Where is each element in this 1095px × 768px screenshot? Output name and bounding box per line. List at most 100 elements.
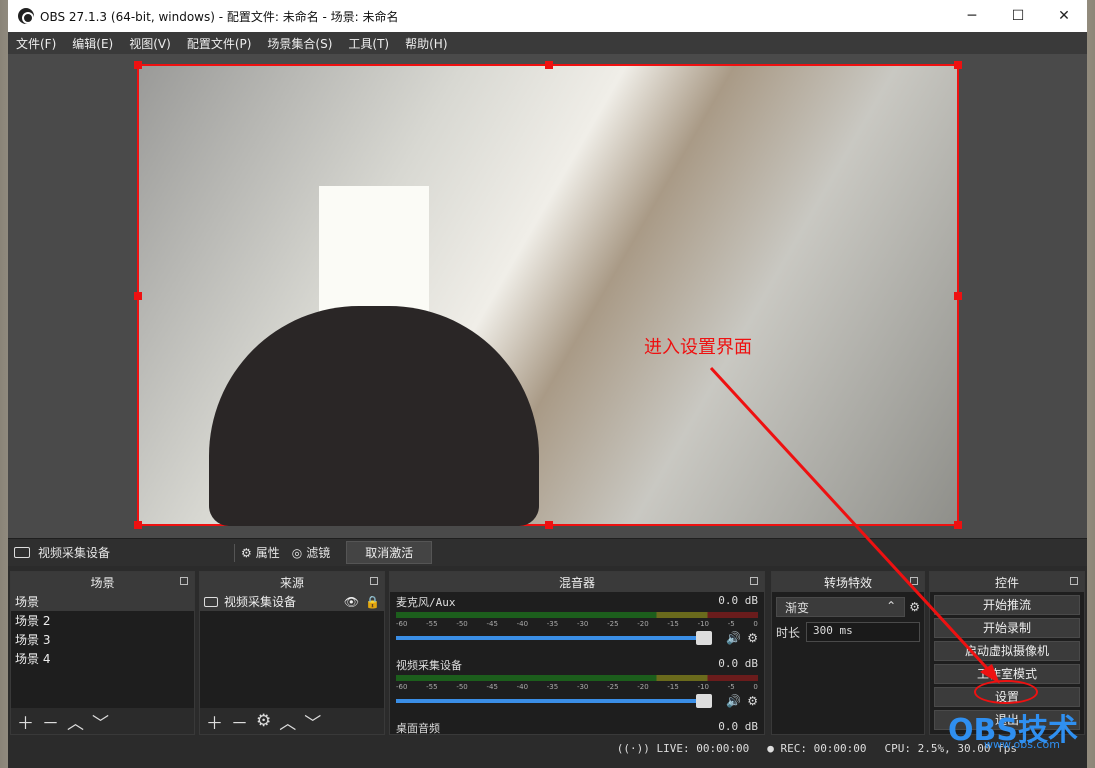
chevron-updown-icon: ⌃ [886, 599, 897, 613]
source-item-label: 视频采集设备 [224, 595, 297, 609]
controls-header: 控件 [930, 572, 1084, 592]
resize-handle-tm[interactable] [545, 61, 553, 69]
minimize-button[interactable]: ─ [949, 0, 995, 32]
maximize-button[interactable]: ☐ [995, 0, 1041, 32]
track-name: 视频采集设备 [396, 659, 462, 672]
start-virtual-camera-button[interactable]: 启动虚拟摄像机 [934, 641, 1080, 661]
mixer-header: 混音器 [390, 572, 764, 592]
start-streaming-button[interactable]: 开始推流 [934, 595, 1080, 615]
resize-handle-bl[interactable] [134, 521, 142, 529]
scenes-header: 场景 [11, 572, 194, 592]
mixer-title: 混音器 [558, 575, 595, 590]
resize-handle-bm[interactable] [545, 521, 553, 529]
gear-icon[interactable]: ⚙ [256, 711, 271, 731]
eye-icon[interactable]: 👁 [344, 595, 359, 609]
filters-label: 滤镜 [306, 546, 331, 560]
mixer-track: 视频采集设备 0.0 dB -60 -55 -50 -45 -40 -35 -30 -25 -20… [390, 655, 764, 710]
scene-item[interactable]: 场景 3 [11, 630, 194, 649]
undock-icon[interactable] [180, 577, 188, 585]
resize-handle-tl[interactable] [134, 61, 142, 69]
track-db: 0.0 dB [718, 720, 758, 733]
broadcast-icon: ((·)) [616, 741, 650, 755]
controls-title: 控件 [994, 575, 1019, 590]
mixer-track: 麦克风/Aux 0.0 dB -60 -55 -50 -45 -40 -35 -30 -25 -2… [390, 592, 764, 647]
start-recording-button[interactable]: 开始录制 [934, 618, 1080, 638]
title-bar: OBS 27.1.3 (64-bit, windows) - 配置文件: 未命名… [8, 0, 1087, 32]
mixer-dock: 混音器 麦克风/Aux 0.0 dB -60 -55 -50 -45 -40 -35 -30-… [389, 571, 765, 744]
annotation-label: 进入设置界面 [644, 337, 752, 358]
record-dot-icon: ● [767, 741, 774, 755]
obs-window: OBS 27.1.3 (64-bit, windows) - 配置文件: 未命名… [8, 0, 1087, 768]
scene-item[interactable]: 场景 2 [11, 611, 194, 630]
level-meter [396, 612, 758, 618]
transition-select[interactable]: 渐变 ⌃ [776, 597, 906, 617]
resize-handle-tr[interactable] [954, 61, 962, 69]
speaker-icon[interactable]: 🔊 [726, 631, 741, 645]
scene-item[interactable]: 场景 [11, 592, 194, 611]
menu-bar: 文件(F) 编辑(E) 视图(V) 配置文件(P) 场景集合(S) 工具(T) … [8, 32, 1087, 54]
move-up-icon[interactable]: ︿ [279, 709, 296, 734]
remove-icon[interactable]: － [231, 709, 248, 734]
webcam-preview[interactable] [134, 61, 962, 529]
menu-profile[interactable]: 配置文件(P) [187, 35, 252, 52]
menu-tools[interactable]: 工具(T) [348, 35, 389, 52]
gear-icon[interactable]: ⚙ [747, 694, 758, 708]
menu-edit[interactable]: 编辑(E) [72, 35, 113, 52]
scene-item[interactable]: 场景 4 [11, 649, 194, 668]
scenes-toolbar: ＋ － ︿ ﹀ [11, 708, 194, 734]
transitions-dock: 转场特效 渐变 ⌃ ⚙ 时长 300 ms [771, 571, 925, 735]
undock-icon[interactable] [1070, 577, 1078, 585]
undock-icon[interactable] [750, 577, 758, 585]
duration-value: 300 ms [813, 624, 853, 637]
volume-slider[interactable] [396, 631, 713, 645]
duration-label: 时长 [776, 625, 801, 640]
lock-icon[interactable]: 🔒 [365, 595, 380, 609]
rec-time: REC: 00:00:00 [780, 741, 867, 755]
speaker-icon[interactable]: 🔊 [726, 694, 741, 708]
track-name: 桌面音频 [396, 722, 440, 735]
gear-icon: ⚙ [241, 545, 252, 560]
live-status: ((·)) LIVE: 00:00:00 [617, 742, 749, 755]
duration-input[interactable]: 300 ms [806, 622, 920, 642]
menu-view[interactable]: 视图(V) [129, 35, 171, 52]
volume-slider[interactable] [396, 694, 713, 708]
undock-icon[interactable] [910, 577, 918, 585]
gear-icon[interactable]: ⚙ [909, 600, 920, 614]
gear-icon[interactable]: ⚙ [747, 631, 758, 645]
resize-handle-mr[interactable] [954, 292, 962, 300]
properties-button[interactable]: ⚙ 属性 [241, 544, 280, 561]
menu-help[interactable]: 帮助(H) [405, 35, 447, 52]
obs-logo-icon [18, 8, 34, 24]
filters-button[interactable]: ◎ 滤镜 [292, 544, 331, 561]
transitions-title: 转场特效 [823, 575, 872, 590]
add-icon[interactable]: ＋ [17, 709, 34, 734]
properties-label: 属性 [255, 546, 280, 560]
watermark-sub: www.obs.com [984, 738, 1060, 751]
meter-ticks: -60 -55 -50 -45 -40 -35 -30 -25 -20 -15 -10 -5 0 [396, 620, 758, 628]
track-db: 0.0 dB [718, 657, 758, 670]
menu-scene-collection[interactable]: 场景集合(S) [267, 35, 332, 52]
move-up-icon[interactable]: ︿ [67, 709, 84, 734]
resize-handle-ml[interactable] [134, 292, 142, 300]
camera-icon [14, 547, 30, 558]
deactivate-button[interactable]: 取消激活 [346, 541, 433, 564]
window-title: OBS 27.1.3 (64-bit, windows) - 配置文件: 未命名… [40, 9, 399, 24]
rec-status: ● REC: 00:00:00 [767, 742, 866, 755]
transition-select-value: 渐变 [785, 601, 810, 615]
move-down-icon[interactable]: ﹀ [304, 709, 321, 734]
camera-icon [204, 596, 218, 607]
selected-source-name: 视频采集设备 [38, 546, 111, 560]
menu-file[interactable]: 文件(F) [16, 35, 56, 52]
add-icon[interactable]: ＋ [206, 709, 223, 734]
live-time: LIVE: 00:00:00 [656, 741, 750, 755]
move-down-icon[interactable]: ﹀ [92, 709, 109, 734]
undock-icon[interactable] [370, 577, 378, 585]
sources-title: 来源 [279, 575, 304, 590]
source-item[interactable]: 视频采集设备 👁 🔒 [200, 592, 384, 611]
filter-icon: ◎ [291, 545, 303, 560]
sources-dock: 来源 视频采集设备 👁 🔒 ＋ － ⚙ ︿ ﹀ [199, 571, 385, 735]
level-meter [396, 675, 758, 681]
resize-handle-br[interactable] [954, 521, 962, 529]
close-button[interactable]: ✕ [1041, 0, 1087, 32]
remove-icon[interactable]: － [42, 709, 59, 734]
